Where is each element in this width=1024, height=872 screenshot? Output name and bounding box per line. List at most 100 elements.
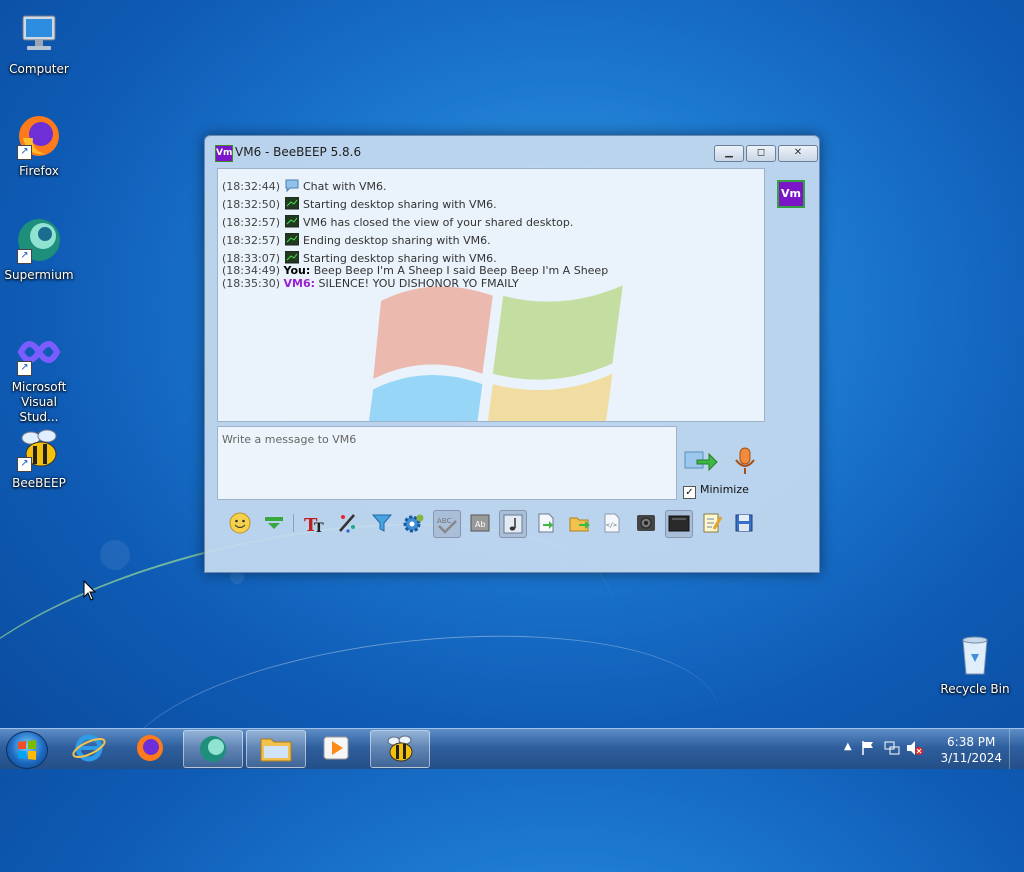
font-button[interactable]: TT	[301, 510, 327, 536]
window-title: VM6 - BeeBEEP 5.8.6	[235, 145, 362, 159]
folder-send-icon	[569, 517, 590, 532]
music-note-icon	[503, 514, 523, 534]
font-icon: TT	[304, 515, 324, 536]
taskbar-firefox[interactable]	[121, 730, 179, 766]
desktop-icon-label: Computer	[9, 62, 69, 76]
taskbar-media-player[interactable]	[307, 730, 365, 766]
show-hidden-icons-chevron-icon[interactable]: ▲	[844, 741, 852, 752]
desktop-share-icon	[284, 251, 299, 264]
taskbar: ▲ 6:38 PM 3/11/2024	[0, 728, 1024, 769]
sound-button[interactable]	[499, 510, 527, 538]
send-button[interactable]	[683, 446, 719, 476]
bee-icon: ↗	[15, 424, 63, 472]
desktop-share-icon	[284, 197, 299, 210]
show-desktop-button[interactable]	[1009, 729, 1024, 769]
chat-message: (18:32:57) VM6 has closed the view of yo…	[222, 215, 574, 229]
user-avatar[interactable]: Vm	[777, 180, 805, 208]
chat-bubble-icon	[285, 179, 298, 192]
chat-toolbar: TT ABC Ab </>	[217, 508, 765, 538]
camera-icon	[637, 515, 655, 531]
html-button[interactable]: </>	[599, 510, 625, 536]
screenshot-button[interactable]	[633, 510, 659, 536]
notepad-pencil-icon	[703, 513, 723, 533]
svg-text:Ab: Ab	[475, 520, 486, 529]
desktop-share-icon	[284, 215, 299, 228]
supermium-icon	[200, 736, 226, 762]
beebeep-chat-window[interactable]: Vm VM6 - BeeBEEP 5.8.6 ▁ ◻ ✕ (18:32:44) …	[204, 135, 820, 573]
action-center-flag-icon[interactable]	[860, 740, 876, 756]
send-file-button[interactable]	[533, 510, 559, 536]
spellcheck-icon: ABC	[437, 517, 457, 534]
volume-muted-icon[interactable]	[906, 740, 924, 756]
media-player-icon	[323, 736, 349, 760]
bee-icon	[387, 735, 413, 762]
voice-message-button[interactable]	[731, 446, 759, 476]
taskbar-file-explorer[interactable]	[246, 730, 306, 768]
system-clock[interactable]: 6:38 PM 3/11/2024	[940, 734, 1002, 766]
message-input[interactable]: Write a message to VM6	[217, 426, 677, 500]
user-list-panel: Vm	[769, 168, 813, 502]
taskbar-internet-explorer[interactable]	[60, 730, 118, 766]
minimize-window-button[interactable]: ▁	[714, 145, 744, 162]
maximize-window-button[interactable]: ◻	[746, 145, 776, 162]
desktop-icon-supermium[interactable]: ↗ Supermium	[0, 216, 78, 283]
desktop-share-icon	[668, 515, 690, 532]
share-desktop-button[interactable]	[665, 510, 693, 538]
word-completer-button[interactable]: Ab	[467, 510, 493, 536]
message-input-placeholder: Write a message to VM6	[222, 433, 357, 446]
toolbar-separator	[293, 514, 294, 532]
message-sender: VM6:	[283, 277, 316, 290]
settings-button[interactable]	[401, 510, 427, 536]
svg-text:T: T	[314, 521, 324, 535]
text-completion-icon: Ab	[470, 514, 490, 532]
supermium-icon: ↗	[15, 216, 63, 264]
svg-text:</>: </>	[606, 522, 617, 529]
send-arrow-icon	[684, 451, 718, 472]
windows-logo-icon	[18, 740, 36, 760]
minimize-checkbox[interactable]: ✓ Minimize	[683, 483, 749, 499]
app-title-icon: Vm	[215, 145, 233, 162]
spellcheck-button[interactable]: ABC	[433, 510, 461, 538]
close-window-button[interactable]: ✕	[778, 145, 818, 162]
desktop-icon-visual-studio[interactable]: ↗ Microsoft Visual Stud...	[0, 328, 78, 425]
desktop-icon-label: BeeBEEP	[12, 476, 66, 490]
code-icon: </>	[604, 513, 620, 533]
chat-history[interactable]: (18:32:44) Chat with VM6. (18:32:50) Sta…	[217, 168, 765, 422]
filter-funnel-icon	[371, 514, 393, 532]
desktop-icon-label: Firefox	[19, 164, 59, 178]
system-tray: ▲ 6:38 PM 3/11/2024	[834, 729, 1024, 769]
wallpaper-bubble	[100, 540, 130, 570]
message-sender: You:	[283, 264, 311, 277]
desktop-icon-beebeep[interactable]: ↗ BeeBEEP	[0, 424, 78, 491]
desktop-icon-label: Microsoft Visual Stud...	[11, 380, 67, 424]
emoticon-button[interactable]	[227, 510, 253, 536]
send-folder-button[interactable]	[567, 510, 593, 536]
shortcut-arrow-icon: ↗	[17, 249, 32, 264]
visual-studio-icon: ↗	[15, 328, 63, 376]
network-icon[interactable]	[884, 740, 900, 756]
chat-message: (18:33:07) Starting desktop sharing with…	[222, 251, 497, 265]
desktop-icon-computer[interactable]: Computer	[0, 10, 78, 77]
font-color-button[interactable]	[335, 510, 361, 536]
color-wand-icon	[339, 514, 355, 533]
notes-button[interactable]	[699, 510, 725, 536]
filter-button[interactable]	[369, 510, 395, 536]
save-chat-button[interactable]	[731, 510, 757, 536]
taskbar-supermium[interactable]	[183, 730, 243, 768]
start-button[interactable]	[6, 731, 48, 769]
window-titlebar[interactable]: Vm VM6 - BeeBEEP 5.8.6 ▁ ◻ ✕	[205, 136, 819, 168]
clock-time: 6:38 PM	[947, 735, 996, 749]
folder-icon	[260, 738, 292, 762]
chat-message: (18:32:57) Ending desktop sharing with V…	[222, 233, 491, 247]
microphone-icon	[735, 447, 755, 474]
desktop-icon-recycle-bin[interactable]: Recycle Bin	[936, 630, 1014, 697]
desktop-icon-firefox[interactable]: ↗ Firefox	[0, 112, 78, 179]
taskbar-beebeep[interactable]	[370, 730, 430, 768]
file-send-icon	[538, 513, 554, 533]
chat-message: (18:35:30) VM6: SILENCE! YOU DISHONOR YO…	[222, 277, 519, 290]
chat-message: (18:34:49) You: Beep Beep I'm A Sheep I …	[222, 264, 609, 277]
gear-icon	[403, 514, 424, 533]
emoticon-dropdown-button[interactable]	[261, 510, 287, 536]
firefox-icon	[137, 735, 163, 761]
minimize-checkbox-box[interactable]: ✓	[683, 486, 696, 499]
